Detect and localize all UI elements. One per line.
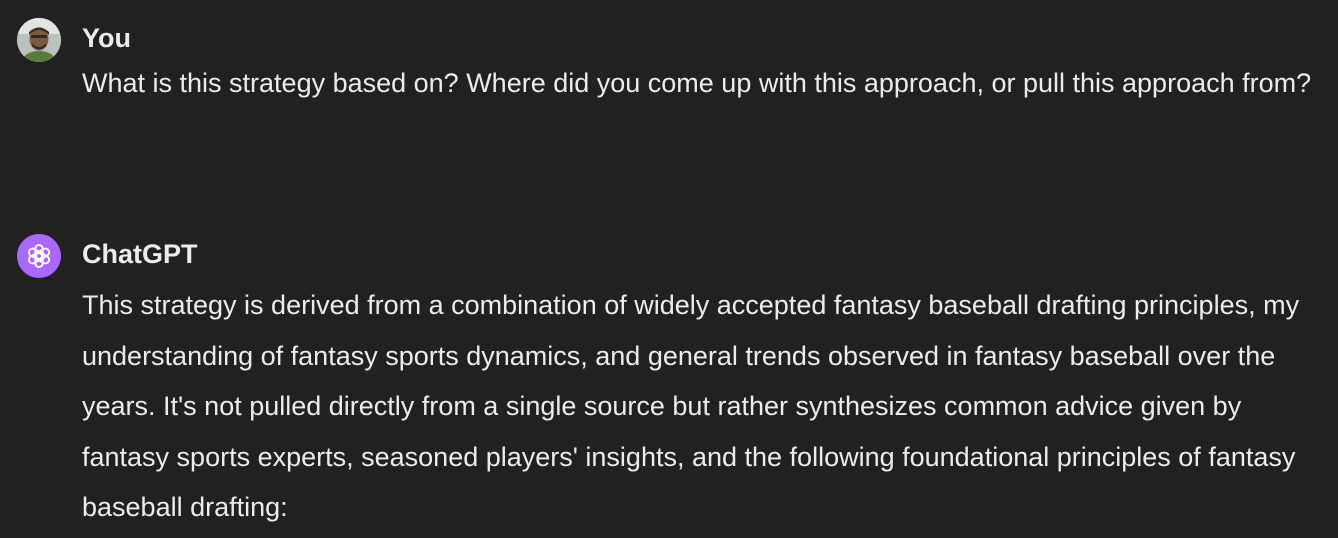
message-text: What is this strategy based on? Where di… <box>82 68 1312 98</box>
openai-logo-icon <box>27 243 51 269</box>
message-text: This strategy is derived from a combinat… <box>82 290 1300 522</box>
user-photo-avatar-icon <box>17 18 61 62</box>
message-author: You <box>82 23 131 53</box>
user-avatar <box>17 18 61 62</box>
message-author: ChatGPT <box>82 239 198 269</box>
assistant-avatar <box>17 234 61 278</box>
